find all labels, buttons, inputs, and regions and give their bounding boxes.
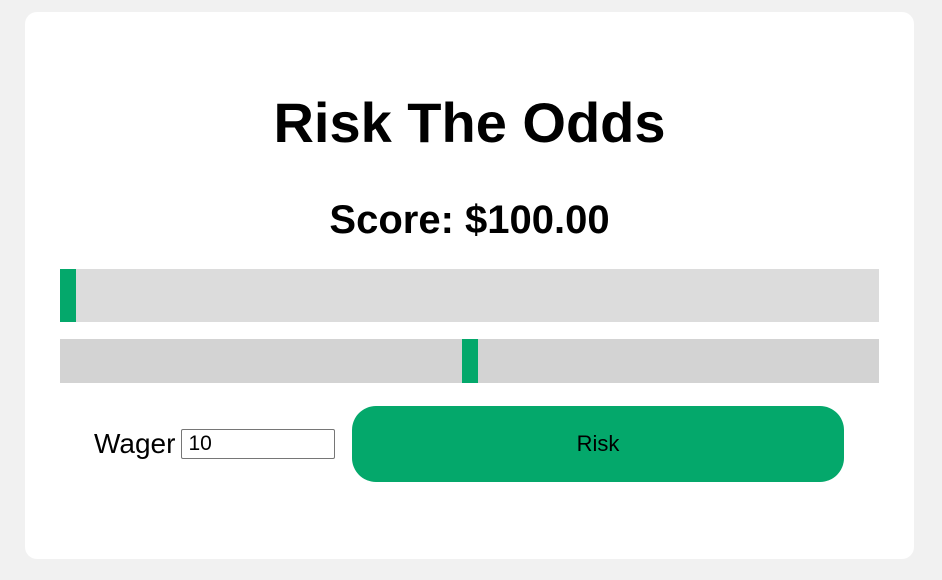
score-display: Score: $100.00 [329,198,610,242]
risk-button[interactable]: Risk [352,406,844,482]
odds-bar [60,269,879,322]
game-card: Risk The Odds Score: $100.00 Wager Risk [25,12,914,559]
wager-label: Wager [94,428,176,459]
wager-row: Wager [94,406,336,482]
game-title: Risk The Odds [273,91,666,154]
wager-input[interactable] [181,429,336,459]
result-marker [461,339,478,383]
odds-marker [60,269,76,322]
result-bar [60,339,879,383]
